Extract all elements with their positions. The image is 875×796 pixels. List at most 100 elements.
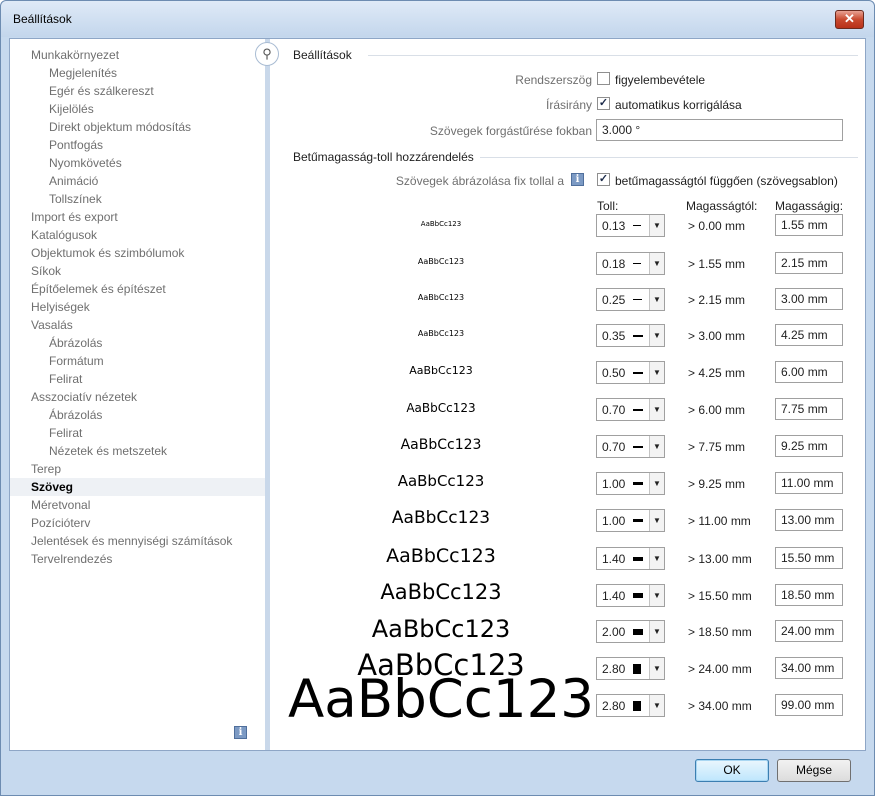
height-from-value: > 6.00 mm: [688, 403, 746, 417]
height-to-input[interactable]: 6.00 mm: [775, 361, 843, 383]
sidebar-item[interactable]: Kijelölés: [49, 100, 94, 118]
sidebar-item[interactable]: Méretvonal: [31, 496, 90, 514]
sidebar-item[interactable]: Vasalás: [31, 316, 73, 334]
pen-thickness-value: 0.70: [602, 440, 626, 454]
chevron-down-icon[interactable]: ▼: [649, 510, 664, 531]
info-icon[interactable]: i: [571, 173, 584, 186]
pen-thickness-select[interactable]: 1.40 ▼: [596, 547, 665, 570]
height-to-input[interactable]: 24.00 mm: [775, 620, 843, 642]
rendszerszog-checkbox-label[interactable]: figyelembevétele: [615, 73, 705, 87]
sidebar-item[interactable]: Asszociatív nézetek: [31, 388, 137, 406]
height-to-input[interactable]: 2.15 mm: [775, 252, 843, 274]
pen-thickness-select[interactable]: 0.18 ▼: [596, 252, 665, 275]
height-from-value: > 4.25 mm: [688, 366, 746, 380]
fix-pen-checkbox-label[interactable]: betűmagasságtól függően (szövegsablon): [615, 174, 838, 188]
cancel-button[interactable]: Mégse: [777, 759, 851, 782]
section-divider: [368, 55, 858, 56]
height-to-input[interactable]: 1.55 mm: [775, 214, 843, 236]
chevron-down-icon[interactable]: ▼: [649, 436, 664, 457]
sidebar-item[interactable]: Katalógusok: [31, 226, 97, 244]
sidebar-item[interactable]: Felirat: [49, 424, 82, 442]
height-to-input[interactable]: 99.00 mm: [775, 694, 843, 716]
height-from-value: > 11.00 mm: [688, 514, 751, 528]
height-from-value: > 7.75 mm: [688, 440, 746, 454]
sidebar-item[interactable]: Egér és szálkereszt: [49, 82, 154, 100]
chevron-down-icon[interactable]: ▼: [649, 289, 664, 310]
pen-thickness-select[interactable]: 1.00 ▼: [596, 472, 665, 495]
sidebar-item[interactable]: Pontfogás: [49, 136, 103, 154]
sidebar-item[interactable]: Ábrázolás: [49, 406, 102, 424]
pen-thickness-value: 2.00: [602, 625, 626, 639]
text-size-sample: AaBbCc123: [417, 293, 465, 303]
sidebar-item[interactable]: Nézetek és metszetek: [49, 442, 167, 460]
sidebar-item[interactable]: Tervelrendezés: [31, 550, 112, 568]
chevron-down-icon[interactable]: ▼: [649, 362, 664, 383]
rendszerszog-checkbox[interactable]: [597, 72, 610, 85]
sidebar-item[interactable]: Jelentések és mennyiségi számítások: [31, 532, 232, 550]
height-to-input[interactable]: 13.00 mm: [775, 509, 843, 531]
sidebar-item[interactable]: Nyomkövetés: [49, 154, 122, 172]
sidebar-item[interactable]: Helyiségek: [31, 298, 90, 316]
sidebar-item[interactable]: Megjelenítés: [49, 64, 117, 82]
info-icon[interactable]: i: [234, 726, 247, 739]
pen-thickness-select[interactable]: 2.80 ▼: [596, 657, 665, 680]
rotation-tolerance-input[interactable]: 3.000 °: [596, 119, 843, 141]
sidebar-item[interactable]: Ábrázolás: [49, 334, 102, 352]
sidebar-item[interactable]: Direkt objektum módosítás: [49, 118, 191, 136]
chevron-down-icon[interactable]: ▼: [649, 253, 664, 274]
sidebar-item[interactable]: Felirat: [49, 370, 82, 388]
text-size-sample: AaBbCc123: [400, 436, 482, 453]
pen-thickness-select[interactable]: 0.35 ▼: [596, 324, 665, 347]
height-to-input[interactable]: 18.50 mm: [775, 584, 843, 606]
irasirany-checkbox[interactable]: ✓: [597, 97, 610, 110]
pen-swatch-icon: [633, 556, 643, 561]
height-to-input[interactable]: 9.25 mm: [775, 435, 843, 457]
pen-thickness-value: 0.13: [602, 219, 626, 233]
chevron-down-icon[interactable]: ▼: [649, 473, 664, 494]
close-icon: ✕: [844, 11, 855, 26]
pen-thickness-select[interactable]: 0.50 ▼: [596, 361, 665, 384]
pen-thickness-select[interactable]: 0.25 ▼: [596, 288, 665, 311]
sidebar-item[interactable]: Terep: [31, 460, 61, 478]
sidebar-item[interactable]: Import és export: [31, 208, 118, 226]
pen-swatch-icon: [633, 700, 641, 711]
pen-swatch-icon: [633, 225, 641, 226]
sidebar-item[interactable]: Munkakörnyezet: [31, 46, 119, 64]
height-to-input[interactable]: 34.00 mm: [775, 657, 843, 679]
dialog-client: i Munkakörnyezet Megjelenítés Egér és szál…: [9, 38, 866, 751]
sidebar-item[interactable]: Animáció: [49, 172, 98, 190]
pen-swatch-icon: [633, 628, 643, 635]
pen-thickness-select[interactable]: 0.70 ▼: [596, 398, 665, 421]
chevron-down-icon[interactable]: ▼: [649, 399, 664, 420]
pen-thickness-select[interactable]: 2.00 ▼: [596, 620, 665, 643]
height-to-input[interactable]: 3.00 mm: [775, 288, 843, 310]
chevron-down-icon[interactable]: ▼: [649, 621, 664, 642]
height-to-input[interactable]: 11.00 mm: [775, 472, 843, 494]
pen-thickness-select[interactable]: 1.40 ▼: [596, 584, 665, 607]
pen-thickness-select[interactable]: 0.70 ▼: [596, 435, 665, 458]
sidebar-item[interactable]: Formátum: [49, 352, 104, 370]
pen-thickness-value: 0.50: [602, 366, 626, 380]
pen-thickness-select[interactable]: 2.80 ▼: [596, 694, 665, 717]
chevron-down-icon[interactable]: ▼: [649, 658, 664, 679]
irasirany-checkbox-label[interactable]: automatikus korrigálása: [615, 98, 742, 112]
height-to-input[interactable]: 15.50 mm: [775, 547, 843, 569]
height-to-input[interactable]: 4.25 mm: [775, 324, 843, 346]
ok-button[interactable]: OK: [695, 759, 769, 782]
sidebar-item[interactable]: Síkok: [31, 262, 61, 280]
close-button[interactable]: ✕: [835, 10, 864, 29]
chevron-down-icon[interactable]: ▼: [649, 548, 664, 569]
chevron-down-icon[interactable]: ▼: [649, 585, 664, 606]
sidebar-item[interactable]: Objektumok és szimbólumok: [31, 244, 184, 262]
chevron-down-icon[interactable]: ▼: [649, 325, 664, 346]
sidebar-item[interactable]: Tollszínek: [49, 190, 102, 208]
sidebar-item[interactable]: Pozícióterv: [31, 514, 90, 532]
height-to-input[interactable]: 7.75 mm: [775, 398, 843, 420]
pen-thickness-select[interactable]: 0.13 ▼: [596, 214, 665, 237]
sidebar-item[interactable]: Építőelemek és építészet: [31, 280, 166, 298]
pen-thickness-select[interactable]: 1.00 ▼: [596, 509, 665, 532]
sidebar-item[interactable]: Szöveg: [10, 478, 265, 496]
chevron-down-icon[interactable]: ▼: [649, 695, 664, 716]
chevron-down-icon[interactable]: ▼: [649, 215, 664, 236]
fix-pen-checkbox[interactable]: ✓: [597, 173, 610, 186]
